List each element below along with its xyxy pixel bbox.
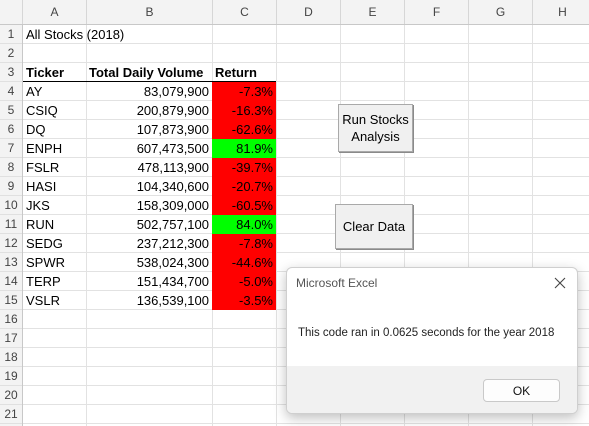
select-all-corner[interactable] <box>0 0 23 24</box>
volume-cell[interactable]: 538,024,300 <box>86 253 212 272</box>
column-header-d[interactable]: D <box>277 0 341 24</box>
close-icon[interactable] <box>549 272 571 294</box>
row-header[interactable]: 16 <box>0 310 22 329</box>
return-cell[interactable]: -7.8% <box>212 234 276 253</box>
row-header[interactable]: 7 <box>0 139 22 158</box>
column-header-c[interactable]: C <box>213 0 277 24</box>
return-cell[interactable]: -16.3% <box>212 101 276 120</box>
ticker-cell[interactable]: FSLR <box>23 158 86 177</box>
message-dialog: Microsoft Excel This code ran in 0.0625 … <box>286 267 578 414</box>
row-header[interactable]: 10 <box>0 196 22 215</box>
return-cell[interactable]: 81.9% <box>212 139 276 158</box>
volume-cell[interactable]: 237,212,300 <box>86 234 212 253</box>
column-header-f[interactable]: F <box>405 0 469 24</box>
ticker-cell[interactable]: SPWR <box>23 253 86 272</box>
ticker-cell[interactable]: RUN <box>23 215 86 234</box>
ticker-cell[interactable]: AY <box>23 82 86 101</box>
return-cell[interactable]: 84.0% <box>212 215 276 234</box>
run-stocks-analysis-button[interactable]: Run Stocks Analysis <box>338 104 413 152</box>
row-header[interactable]: 15 <box>0 291 22 310</box>
column-header-a[interactable]: A <box>23 0 87 24</box>
return-cell[interactable]: -7.3% <box>212 82 276 101</box>
row-header[interactable]: 2 <box>0 44 22 63</box>
ticker-cell[interactable]: SEDG <box>23 234 86 253</box>
ticker-cell[interactable]: TERP <box>23 272 86 291</box>
volume-cell[interactable]: 104,340,600 <box>86 177 212 196</box>
row-header[interactable]: 20 <box>0 386 22 405</box>
dialog-title: Microsoft Excel <box>296 276 378 290</box>
clear-data-button[interactable]: Clear Data <box>335 204 413 249</box>
row-header[interactable]: 21 <box>0 405 22 424</box>
row-header[interactable]: 14 <box>0 272 22 291</box>
volume-cell[interactable]: 107,873,900 <box>86 120 212 139</box>
return-cell[interactable]: -20.7% <box>212 177 276 196</box>
row-header[interactable]: 19 <box>0 367 22 386</box>
return-cell[interactable]: -39.7% <box>212 158 276 177</box>
volume-cell[interactable]: 136,539,100 <box>86 291 212 310</box>
column-header-h[interactable]: H <box>533 0 589 24</box>
return-cell[interactable]: -60.5% <box>212 196 276 215</box>
header-ticker-cell[interactable]: Ticker <box>23 63 86 82</box>
header-volume-cell[interactable]: Total Daily Volume <box>86 63 212 82</box>
ticker-cell[interactable]: HASI <box>23 177 86 196</box>
dialog-message: This code ran in 0.0625 seconds for the … <box>298 327 555 339</box>
row-header[interactable]: 1 <box>0 25 22 44</box>
return-cell[interactable]: -44.6% <box>212 253 276 272</box>
row-header[interactable]: 6 <box>0 120 22 139</box>
return-cell[interactable]: -62.6% <box>212 120 276 139</box>
ticker-cell[interactable]: JKS <box>23 196 86 215</box>
spreadsheet: A B C D E F G H 1 2 3 4 5 6 7 8 9 10 11 … <box>0 0 589 426</box>
ticker-cell[interactable]: CSIQ <box>23 101 86 120</box>
volume-cell[interactable]: 502,757,100 <box>86 215 212 234</box>
row-header[interactable]: 12 <box>0 234 22 253</box>
ok-button[interactable]: OK <box>483 379 560 402</box>
row-header[interactable]: 4 <box>0 82 22 101</box>
run-button-line2: Analysis <box>351 129 400 144</box>
column-header-g[interactable]: G <box>469 0 533 24</box>
header-return-cell[interactable]: Return <box>212 63 276 82</box>
volume-cell[interactable]: 478,113,900 <box>86 158 212 177</box>
row-header[interactable]: 11 <box>0 215 22 234</box>
row-header[interactable]: 8 <box>0 158 22 177</box>
volume-cell[interactable]: 158,309,000 <box>86 196 212 215</box>
row-header[interactable]: 17 <box>0 329 22 348</box>
volume-cell[interactable]: 607,473,500 <box>86 139 212 158</box>
ticker-cell[interactable]: ENPH <box>23 139 86 158</box>
row-header[interactable]: 13 <box>0 253 22 272</box>
sheet-title-cell[interactable]: All Stocks (2018) <box>23 25 213 44</box>
row-header-bar: 1 2 3 4 5 6 7 8 9 10 11 12 13 14 15 16 1… <box>0 25 23 426</box>
run-button-line1: Run Stocks <box>342 112 409 127</box>
dialog-footer: OK <box>287 366 577 413</box>
volume-cell[interactable]: 83,079,900 <box>86 82 212 101</box>
volume-cell[interactable]: 200,879,900 <box>86 101 212 120</box>
row-header[interactable]: 3 <box>0 63 22 82</box>
ticker-cell[interactable]: DQ <box>23 120 86 139</box>
row-header[interactable]: 18 <box>0 348 22 367</box>
column-header-e[interactable]: E <box>341 0 405 24</box>
volume-cell[interactable]: 151,434,700 <box>86 272 212 291</box>
grid-line <box>23 423 589 424</box>
row-header[interactable]: 5 <box>0 101 22 120</box>
row-header[interactable]: 9 <box>0 177 22 196</box>
return-cell[interactable]: -5.0% <box>212 272 276 291</box>
ticker-cell[interactable]: VSLR <box>23 291 86 310</box>
return-cell[interactable]: -3.5% <box>212 291 276 310</box>
column-header-b[interactable]: B <box>87 0 213 24</box>
column-header-bar: A B C D E F G H <box>0 0 589 25</box>
